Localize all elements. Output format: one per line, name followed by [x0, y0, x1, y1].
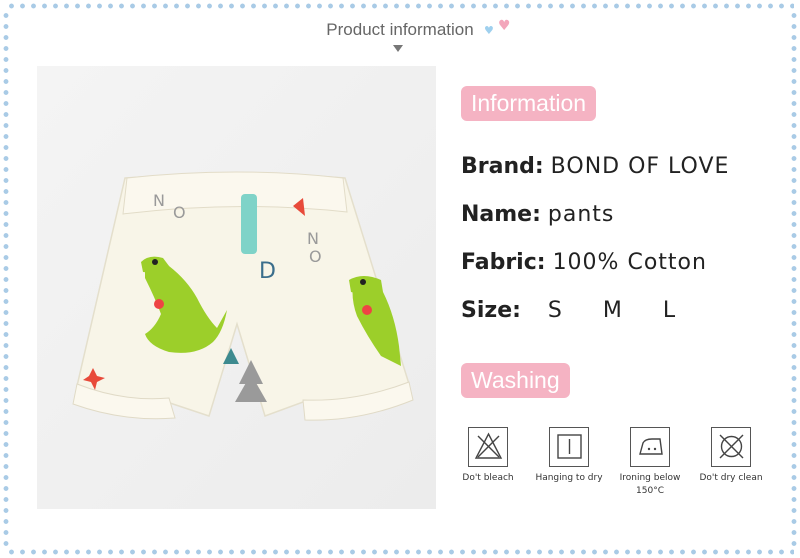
no-dry-clean-icon	[711, 427, 751, 467]
section-title: Product information	[326, 20, 474, 39]
product-photo: D N O N O	[37, 66, 436, 509]
wash-caption: Hanging to dry	[535, 473, 603, 483]
section-header: Product information	[0, 20, 800, 40]
hang-dry-icon	[549, 427, 589, 467]
dotted-border-left	[2, 10, 10, 548]
wash-caption: Ironing below 150°C	[619, 473, 681, 496]
name-label: Name:	[461, 202, 541, 227]
fabric-row: Fabric: 100% Cotton	[461, 250, 707, 275]
shorts-illustration: D N O N O	[37, 66, 436, 509]
brand-value: BOND OF LOVE	[550, 154, 730, 179]
wash-item-hang-dry: Hanging to dry	[529, 427, 609, 485]
dotted-border-top	[6, 2, 794, 10]
wash-item-iron: Ironing below 150°C	[610, 427, 690, 498]
svg-text:D: D	[259, 259, 276, 284]
information-pill: Information	[461, 86, 597, 121]
size-row: Size: S M L	[461, 298, 709, 323]
dotted-border-bottom	[6, 548, 794, 556]
fabric-value: 100% Cotton	[552, 250, 707, 275]
svg-text:N: N	[153, 191, 165, 210]
size-s: S	[547, 298, 562, 323]
dotted-border-right	[790, 10, 798, 548]
size-m: M	[602, 298, 622, 323]
fabric-label: Fabric:	[461, 250, 546, 275]
no-bleach-icon	[468, 427, 508, 467]
chevron-down-icon	[393, 45, 403, 52]
name-value: pants	[547, 202, 615, 227]
name-row: Name: pants	[461, 202, 614, 227]
wash-caption: Do't dry clean	[699, 473, 763, 483]
svg-text:N: N	[307, 229, 319, 248]
size-l: L	[662, 298, 676, 323]
svg-text:O: O	[309, 247, 322, 266]
size-label: Size:	[461, 298, 521, 323]
wash-item-no-bleach: Do't bleach	[448, 427, 528, 485]
brand-row: Brand: BOND OF LOVE	[461, 154, 729, 179]
iron-icon	[630, 427, 670, 467]
washing-pill: Washing	[461, 363, 570, 398]
svg-text:O: O	[173, 203, 186, 222]
washing-icons: Do't bleach Hanging to dry Ironing below…	[455, 427, 785, 507]
brand-label: Brand:	[461, 154, 544, 179]
wash-item-no-dry-clean: Do't dry clean	[691, 427, 771, 485]
wash-caption: Do't bleach	[462, 473, 514, 483]
